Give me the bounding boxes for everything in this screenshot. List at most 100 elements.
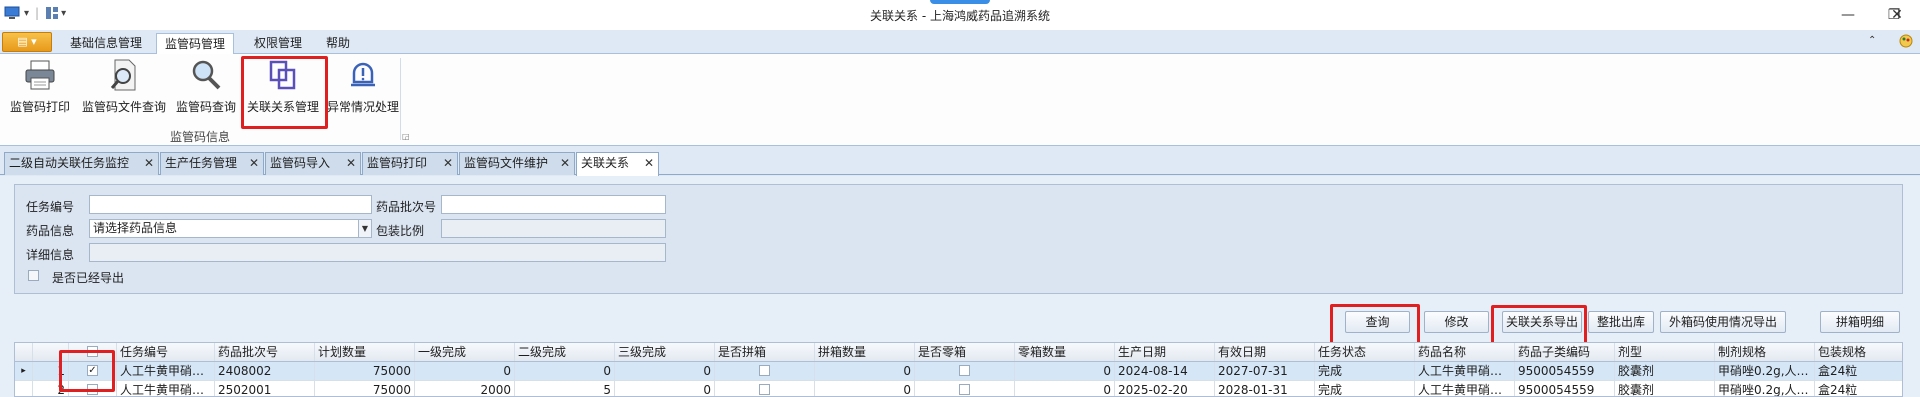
header-form[interactable]: 剂型 — [1615, 343, 1715, 361]
cell-batch: 2408002 — [215, 362, 315, 380]
header-drug-name[interactable]: 药品名称 — [1415, 343, 1515, 361]
pack-ratio-label: 包装比例 — [376, 224, 425, 238]
code-file-query-button[interactable]: 监管码文件查询 — [80, 58, 168, 115]
cell-l3: 0 — [615, 381, 715, 396]
cell-pack: 盒24粒 — [1815, 362, 1902, 380]
close-icon[interactable]: ✕ — [560, 153, 570, 174]
header-pack[interactable]: 包装规格 — [1815, 343, 1902, 361]
doctab-label: 关联关系 — [581, 156, 630, 170]
cell-pin — [715, 362, 815, 380]
header-spec[interactable]: 制剂规格 — [1715, 343, 1815, 361]
outer-box-usage-export-button[interactable]: 外箱码使用情况导出 — [1660, 311, 1786, 333]
document-search-icon — [110, 59, 136, 91]
drug-info-label: 药品信息 — [26, 224, 75, 238]
ribbon-group-label: 监管码信息 — [169, 130, 230, 144]
exception-handling-button[interactable]: 异常情况处理 — [326, 58, 400, 115]
doctab-label: 生产任务管理 — [165, 156, 238, 170]
doctab-label: 监管码导入 — [270, 156, 331, 170]
header-sub-code[interactable]: 药品子类编码 — [1515, 343, 1615, 361]
pack-ratio-input[interactable] — [441, 219, 666, 238]
row-indicator — [15, 381, 33, 396]
doctab-code-print[interactable]: 监管码打印 ✕ — [362, 152, 458, 175]
print-code-label: 监管码打印 — [9, 100, 70, 114]
cell-task-no: 人工牛黄甲硝… — [117, 362, 215, 380]
cell-pack: 盒24粒 — [1815, 381, 1902, 396]
window-accent-notch — [930, 0, 990, 4]
header-prod-date[interactable]: 生产日期 — [1115, 343, 1215, 361]
cell-plan: 75000 — [315, 362, 415, 380]
header-status[interactable]: 任务状态 — [1315, 343, 1415, 361]
cell-sub-code: 9500054559 — [1515, 381, 1615, 396]
modify-button[interactable]: 修改 — [1424, 311, 1489, 333]
detail-label: 详细信息 — [26, 248, 75, 262]
document-tab-strip: 二级自动关联任务监控 ✕ 生产任务管理 ✕ 监管码导入 ✕ 监管码打印 ✕ 监管码文件维… — [0, 150, 1920, 176]
cell-l2: 5 — [515, 381, 615, 396]
doctab-label: 监管码文件维护 — [464, 156, 549, 170]
close-icon[interactable]: ✕ — [644, 153, 654, 174]
minimize-button[interactable]: — — [1825, 0, 1871, 30]
print-code-button[interactable]: 监管码打印 — [8, 58, 72, 115]
table-row[interactable]: 2 人工牛黄甲硝… 2502001 75000 2000 5 0 0 0 202… — [15, 381, 1902, 396]
header-zero[interactable]: 是否零箱 — [915, 343, 1015, 361]
cell-pin-qty: 0 — [815, 381, 915, 396]
doctab-auto-relation-monitor[interactable]: 二级自动关联任务监控 ✕ — [4, 152, 159, 175]
cell-l1: 0 — [415, 362, 515, 380]
drug-info-select[interactable]: 请选择药品信息 ▼ — [89, 219, 372, 238]
header-plan[interactable]: 计划数量 — [315, 343, 415, 361]
group-expand-icon[interactable]: ◲ — [402, 132, 410, 141]
header-task-no[interactable]: 任务编号 — [117, 343, 215, 361]
header-pin-qty[interactable]: 拼箱数量 — [815, 343, 915, 361]
header-pin[interactable]: 是否拼箱 — [715, 343, 815, 361]
cell-prod-date: 2025-02-20 — [1115, 381, 1215, 396]
cell-zero — [915, 362, 1015, 380]
tab-help[interactable]: 帮助 — [318, 33, 358, 54]
cell-l1: 2000 — [415, 381, 515, 396]
mixed-box-detail-button[interactable]: 拼箱明细 — [1820, 311, 1900, 333]
header-l2[interactable]: 二级完成 — [515, 343, 615, 361]
header-batch[interactable]: 药品批次号 — [215, 343, 315, 361]
pin-checkbox — [759, 384, 770, 395]
cell-exp-date: 2028-01-31 — [1215, 381, 1315, 396]
menu-bar: ▤ ▾ 基础信息管理 监管码管理 权限管理 帮助 ⌃ — [0, 30, 1920, 54]
cell-l2: 0 — [515, 362, 615, 380]
skin-palette-icon[interactable] — [1898, 33, 1914, 49]
cell-status: 完成 — [1315, 362, 1415, 380]
doctab-production-task[interactable]: 生产任务管理 ✕ — [160, 152, 264, 175]
code-query-button[interactable]: 监管码查询 — [174, 58, 238, 115]
batch-no-input[interactable] — [441, 195, 666, 214]
close-icon[interactable]: ✕ — [346, 153, 356, 174]
cell-prod-date: 2024-08-14 — [1115, 362, 1215, 380]
header-l1[interactable]: 一级完成 — [415, 343, 515, 361]
app-menu-button[interactable]: ▤ ▾ — [2, 32, 52, 52]
doctab-label: 二级自动关联任务监控 — [9, 156, 130, 170]
highlight-export-button — [1491, 305, 1587, 347]
tab-basic-info[interactable]: 基础信息管理 — [62, 33, 150, 54]
task-no-label: 任务编号 — [26, 200, 75, 214]
table-row[interactable]: ▸ 1 ✓ 人工牛黄甲硝… 2408002 75000 0 0 0 0 0 20… — [15, 362, 1902, 381]
collapse-ribbon-icon[interactable]: ⌃ — [1868, 35, 1876, 46]
tab-permissions[interactable]: 权限管理 — [246, 33, 310, 54]
doctab-relation[interactable]: 关联关系 ✕ — [576, 152, 659, 176]
header-l3[interactable]: 三级完成 — [615, 343, 715, 361]
relation-grid: 任务编号 药品批次号 计划数量 一级完成 二级完成 三级完成 是否拼箱 拼箱数量… — [14, 342, 1903, 397]
cell-pin — [715, 381, 815, 396]
chevron-down-icon[interactable]: ▼ — [358, 220, 371, 237]
highlight-relation-button — [241, 56, 328, 129]
exported-checkbox[interactable] — [28, 270, 39, 281]
header-indicator — [15, 343, 33, 361]
tab-code-management[interactable]: 监管码管理 — [156, 33, 235, 54]
close-button[interactable]: ✕ — [1874, 0, 1920, 30]
doctab-code-file-maintenance[interactable]: 监管码文件维护 ✕ — [459, 152, 575, 175]
task-no-input[interactable] — [89, 195, 372, 214]
doctab-code-import[interactable]: 监管码导入 ✕ — [265, 152, 361, 175]
code-file-query-label: 监管码文件查询 — [81, 100, 166, 114]
close-icon[interactable]: ✕ — [144, 153, 154, 174]
batch-outbound-button[interactable]: 整批出库 — [1588, 311, 1654, 333]
close-icon[interactable]: ✕ — [443, 153, 453, 174]
detail-input[interactable] — [89, 243, 666, 262]
grid-header-row: 任务编号 药品批次号 计划数量 一级完成 二级完成 三级完成 是否拼箱 拼箱数量… — [15, 343, 1902, 362]
pin-checkbox — [759, 365, 770, 376]
close-icon[interactable]: ✕ — [249, 153, 259, 174]
header-zero-qty[interactable]: 零箱数量 — [1015, 343, 1115, 361]
header-exp-date[interactable]: 有效日期 — [1215, 343, 1315, 361]
